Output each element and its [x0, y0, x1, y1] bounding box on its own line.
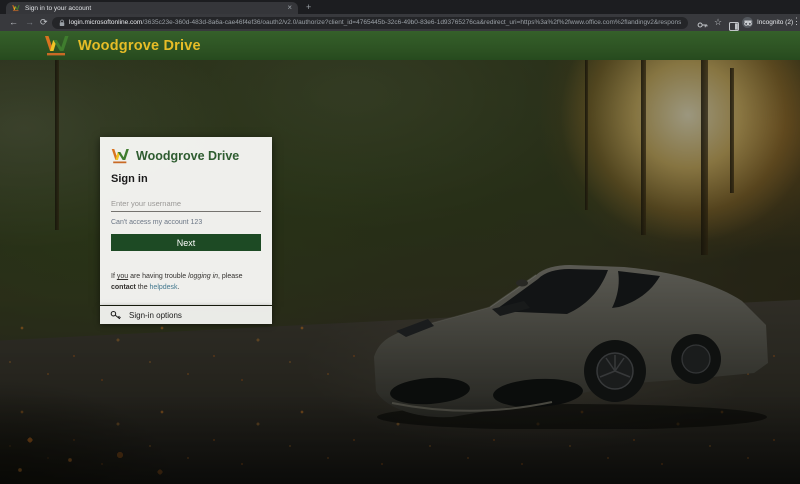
url-bar[interactable]: login.microsoftonline.com/3635c23e-360d-… — [52, 17, 688, 29]
reload-icon[interactable]: ⟳ — [40, 17, 48, 28]
bookmark-star-icon[interactable]: ☆ — [714, 17, 722, 28]
signin-heading: Sign in — [111, 173, 261, 185]
woodgrove-logo-icon — [111, 148, 130, 164]
help-text-part: . — [178, 284, 180, 291]
login-page: Woodgrove Drive Woodgrove Drive Sign in — [0, 31, 800, 484]
bottom-vignette — [0, 394, 800, 484]
forward-icon[interactable]: → — [25, 17, 34, 28]
next-button[interactable]: Next — [111, 234, 261, 251]
help-text-part: the — [136, 284, 150, 291]
tab-strip: Sign in to your account × + — [0, 0, 800, 14]
tab-close-icon[interactable]: × — [287, 4, 292, 12]
help-text-part: are having trouble — [128, 273, 188, 280]
help-text: If you are having trouble logging in, pl… — [111, 272, 261, 293]
incognito-label: Incognito (2) — [757, 19, 793, 26]
browser-window: Sign in to your account × + ← → ⟳ login.… — [0, 0, 800, 484]
help-text-part: , please — [218, 273, 243, 280]
browser-tab[interactable]: Sign in to your account × — [6, 2, 298, 14]
help-text-part: logging in — [188, 273, 218, 280]
browser-menu-icon[interactable]: ⋮ — [792, 16, 800, 27]
help-text-part: contact — [111, 284, 136, 291]
url-path: /3635c23e-360d-483d-8a6a-cae46f4ef36/oau… — [142, 19, 681, 26]
url-text: login.microsoftonline.com/3635c23e-360d-… — [69, 19, 681, 26]
signin-card: Woodgrove Drive Sign in Can't access my … — [100, 137, 272, 305]
signin-options-label: Sign-in options — [129, 311, 182, 320]
card-brand-title: Woodgrove Drive — [136, 149, 239, 163]
back-icon[interactable]: ← — [9, 17, 18, 28]
card-brand-row: Woodgrove Drive — [111, 148, 261, 164]
helpdesk-link[interactable]: helpdesk — [150, 284, 178, 291]
lock-icon — [59, 19, 65, 27]
new-tab-button[interactable]: + — [306, 1, 311, 13]
key-icon — [110, 310, 122, 320]
site-header: Woodgrove Drive — [0, 31, 800, 60]
browser-toolbar: ← → ⟳ login.microsoftonline.com/3635c23e… — [0, 14, 800, 31]
incognito-avatar-icon[interactable] — [742, 17, 753, 28]
woodgrove-favicon-icon — [12, 4, 20, 12]
cant-access-account-link[interactable]: Can't access my account 123 — [111, 219, 261, 226]
woodgrove-logo-icon — [44, 35, 70, 56]
help-text-part: you — [117, 273, 128, 280]
url-domain: login.microsoftonline.com — [69, 19, 142, 26]
site-brand-title: Woodgrove Drive — [78, 38, 201, 54]
tab-title: Sign in to your account — [25, 5, 282, 12]
username-input[interactable] — [111, 197, 261, 212]
signin-options-bar[interactable]: Sign-in options — [100, 306, 272, 324]
